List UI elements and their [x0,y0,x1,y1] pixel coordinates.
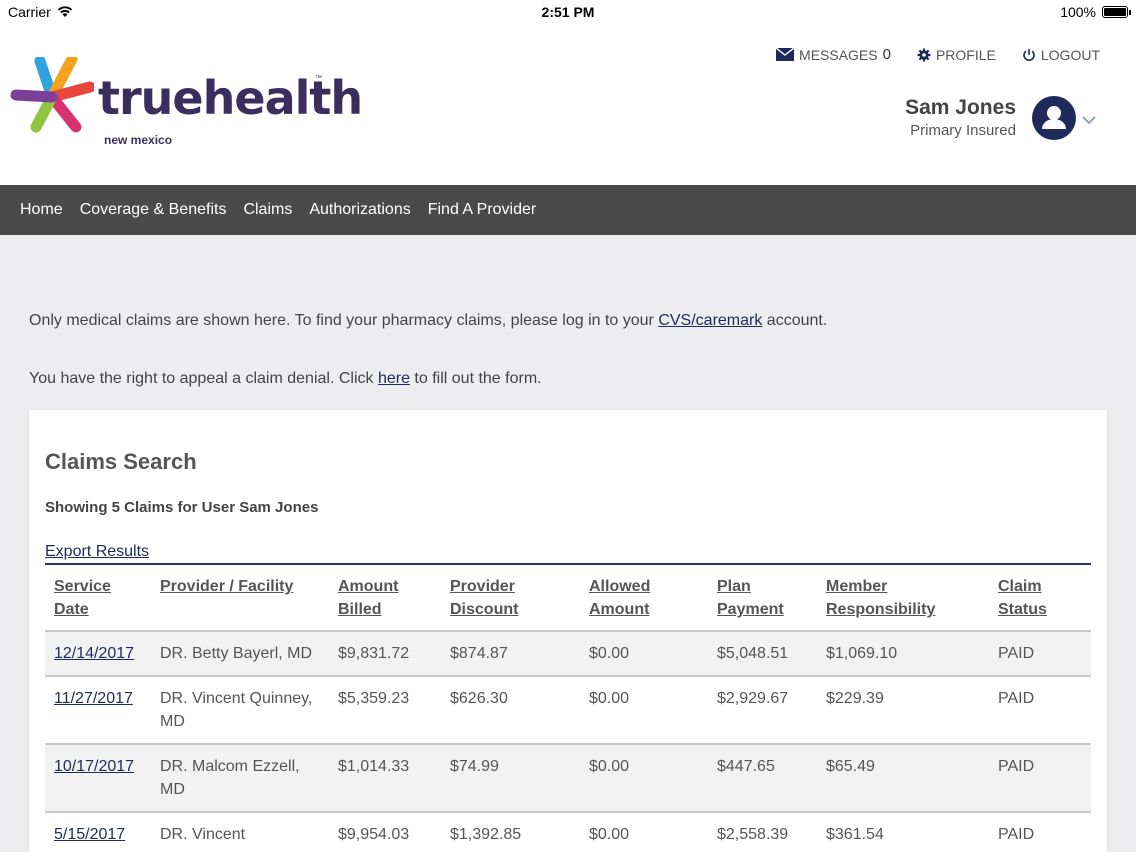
logout-link[interactable]: LOGOUT [1022,47,1100,63]
user-icon [1042,106,1066,129]
appeal-notice-text: You have the right to appeal a claim den… [29,370,378,387]
col-allowed-amount[interactable]: Allowed Amount [580,565,708,631]
truehealth-logo[interactable]: truehealth ™ new mexico [10,57,363,157]
allowed-amount-cell: $0.00 [589,690,630,707]
service-date-link[interactable]: 12/14/2017 [45,631,151,676]
envelope-icon [776,48,795,61]
cvs-caremark-link[interactable]: CVS/caremark [658,312,762,329]
claim-status-cell: PAID [998,758,1035,775]
brand-region: new mexico [104,133,173,147]
member-responsibility-cell: $65.49 [826,758,875,775]
table-row: 12/14/2017 DR. Betty Bayerl, MD $9,831.7… [45,631,1091,676]
power-icon [1023,48,1035,61]
status-bar: Carrier 2:51 PM 100% [0,0,1136,24]
member-responsibility-cell: $1,069.10 [826,645,898,662]
amount-billed-cell: $5,359.23 [338,690,410,707]
user-name: Sam Jones [905,96,1016,119]
amount-billed-cell: $1,014.33 [338,758,410,775]
table-row: 11/27/2017 DR. Vincent Quinney, MD $5,35… [45,676,1091,744]
appeal-form-link[interactable]: here [378,370,410,387]
member-responsibility-cell: $229.39 [826,690,884,707]
messages-count: 0 [882,46,891,63]
main-nav: Home Coverage & Benefits Claims Authoriz… [0,185,1136,235]
brand-name: truehealth [98,71,363,125]
provider-cell: DR. Vincent Quinney, MD [160,690,313,730]
col-service-date[interactable]: Service Date [45,565,151,631]
claims-count-text: Showing 5 Claims for User Sam Jones [45,499,319,516]
col-claim-status[interactable]: Claim Status [989,565,1091,631]
main-content: Only medical claims are shown here. To f… [0,235,1136,852]
battery-icon [1102,6,1131,18]
plan-payment-cell: $2,929.67 [717,690,789,707]
provider-cell: DR. Malcom Ezzell, MD [160,758,300,798]
service-date-link[interactable]: 10/17/2017 [45,744,151,812]
col-provider-facility[interactable]: Provider / Facility [151,565,329,631]
messages-label: MESSAGES [799,46,878,63]
provider-discount-cell: $1,392.85 [450,826,522,843]
pharmacy-notice-text: Only medical claims are shown here. To f… [29,312,659,329]
logout-label: LOGOUT [1040,46,1100,63]
export-results-link[interactable]: Export Results [45,543,149,561]
table-row: 10/17/2017 DR. Malcom Ezzell, MD $1,014.… [45,744,1091,812]
pharmacy-notice: Only medical claims are shown here. To f… [29,312,827,330]
allowed-amount-cell: $0.00 [589,758,630,775]
provider-cell: DR. Vincent [160,826,246,843]
avatar[interactable] [1032,96,1076,140]
provider-discount-cell: $874.87 [450,645,508,662]
service-date-link[interactable]: 5/15/2017 [45,812,151,852]
appeal-notice-suffix: to fill out the form. [409,370,542,387]
col-amount-billed[interactable]: Amount Billed [329,565,441,631]
member-responsibility-cell: $361.54 [826,826,884,843]
provider-cell: DR. Betty Bayerl, MD [160,645,313,662]
card-title: Claims Search [45,449,197,474]
plan-payment-cell: $5,048.51 [717,645,789,662]
amount-billed-cell: $9,831.72 [338,645,410,662]
amount-billed-cell: $9,954.03 [338,826,410,843]
service-date-link[interactable]: 11/27/2017 [45,676,151,744]
pharmacy-notice-suffix: account. [762,312,828,329]
allowed-amount-cell: $0.00 [589,826,630,843]
nav-coverage-benefits[interactable]: Coverage & Benefits [80,201,227,219]
truehealth-logo-mark-icon [10,57,94,133]
provider-discount-cell: $626.30 [450,690,508,707]
user-role: Primary Insured [910,122,1016,139]
utility-nav: MESSAGES 0 PROFILE LOGOUT [776,46,1100,63]
nav-authorizations[interactable]: Authorizations [309,201,410,219]
profile-label: PROFILE [935,46,996,63]
nav-find-provider[interactable]: Find A Provider [428,201,537,219]
col-member-responsibility[interactable]: Member Responsibility [817,565,989,631]
claims-table: Service Date Provider / Facility Amount … [45,565,1091,852]
clock: 2:51 PM [541,4,595,20]
col-provider-discount[interactable]: Provider Discount [441,565,580,631]
battery-percent: 100% [1060,4,1096,20]
table-row: 5/15/2017 DR. Vincent $9,954.03 $1,392.8… [45,812,1091,852]
profile-link[interactable]: PROFILE [917,47,996,63]
gear-icon [917,48,931,61]
plan-payment-cell: $447.65 [717,758,775,775]
col-plan-payment[interactable]: Plan Payment [708,565,817,631]
chevron-down-icon[interactable] [1082,112,1096,128]
claim-status-cell: PAID [998,645,1035,662]
site-header: truehealth ™ new mexico MESSAGES 0 PROFI… [0,24,1136,185]
allowed-amount-cell: $0.00 [589,645,630,662]
user-info: Sam Jones Primary Insured [905,96,1016,139]
appeal-notice: You have the right to appeal a claim den… [29,370,542,388]
nav-claims[interactable]: Claims [243,201,292,219]
provider-discount-cell: $74.99 [450,758,499,775]
claims-search-card: Claims Search Showing 5 Claims for User … [29,410,1107,852]
claim-status-cell: PAID [998,690,1035,707]
trademark: ™ [315,75,322,82]
messages-link[interactable]: MESSAGES 0 [776,46,891,63]
plan-payment-cell: $2,558.39 [717,826,789,843]
nav-home[interactable]: Home [20,201,63,219]
claim-status-cell: PAID [998,826,1035,843]
